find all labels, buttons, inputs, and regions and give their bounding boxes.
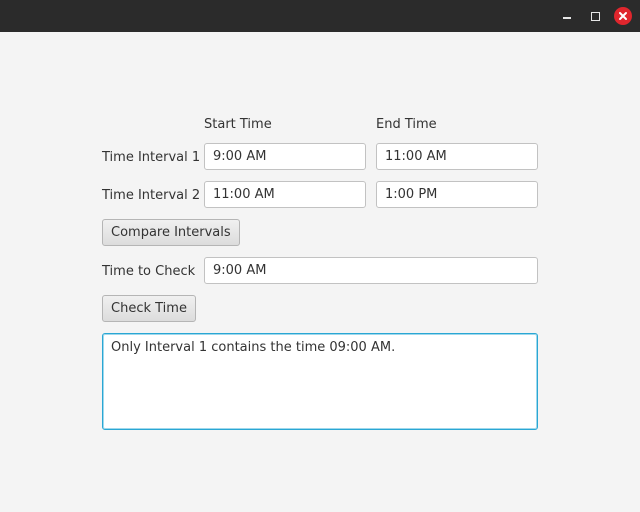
interval2-label: Time Interval 2	[102, 188, 201, 203]
interval1-end-field[interactable]: 11:00 AM	[376, 143, 538, 170]
close-icon	[614, 7, 632, 25]
end-time-header: End Time	[376, 117, 437, 132]
minimize-button[interactable]	[557, 6, 577, 26]
maximize-icon	[590, 11, 600, 21]
interval1-label: Time Interval 1	[102, 150, 201, 165]
start-time-header: Start Time	[204, 117, 272, 132]
result-text-area[interactable]: Only Interval 1 contains the time 09:00 …	[102, 333, 538, 430]
result-text: Only Interval 1 contains the time 09:00 …	[111, 340, 396, 355]
time-to-check-label: Time to Check	[102, 264, 196, 279]
time-to-check-field[interactable]: 9:00 AM	[204, 257, 538, 284]
interval2-end-field[interactable]: 1:00 PM	[376, 181, 538, 208]
app-window: Start Time End Time Time Interval 1 9:00…	[0, 0, 640, 512]
compare-intervals-button[interactable]: Compare Intervals	[102, 219, 240, 246]
minimize-icon	[563, 17, 571, 19]
interval1-start-field[interactable]: 9:00 AM	[204, 143, 366, 170]
check-time-button[interactable]: Check Time	[102, 295, 196, 322]
title-bar	[0, 0, 640, 32]
maximize-button[interactable]	[585, 6, 605, 26]
close-button[interactable]	[613, 6, 633, 26]
interval2-start-field[interactable]: 11:00 AM	[204, 181, 366, 208]
